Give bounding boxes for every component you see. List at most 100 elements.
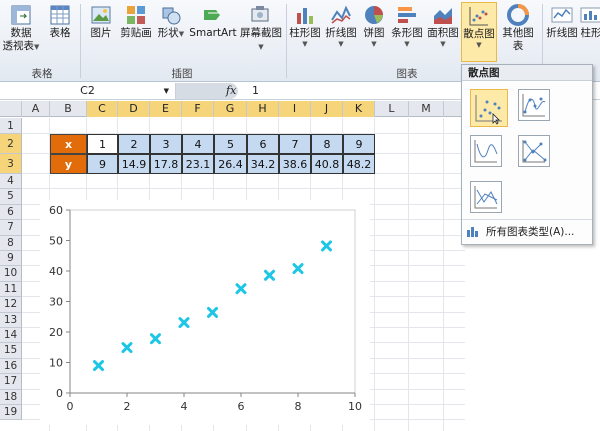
- sparkline-line-button[interactable]: 折线图: [545, 2, 579, 40]
- scatter-smooth-markers-option[interactable]: [518, 89, 550, 121]
- row-header-5[interactable]: 5: [0, 189, 22, 205]
- area-chart-label: 面积图: [427, 27, 459, 39]
- column-header-f[interactable]: F: [182, 101, 214, 117]
- chevron-down-icon: ▼: [338, 40, 344, 48]
- formula-input[interactable]: 1: [252, 83, 259, 99]
- row-header-17[interactable]: 17: [0, 374, 22, 390]
- row-header-12[interactable]: 12: [0, 297, 22, 313]
- column-chart-label: 柱形图: [289, 27, 321, 39]
- smartart-label: SmartArt: [189, 27, 237, 39]
- x-value-cell[interactable]: 5: [214, 134, 247, 154]
- y-header-cell[interactable]: y: [50, 154, 87, 174]
- sparkline-column-button[interactable]: 柱形: [580, 2, 600, 40]
- row-header-3[interactable]: 3: [0, 154, 22, 174]
- clip-art-button[interactable]: 剪贴画: [118, 2, 154, 40]
- scatter-chart[interactable]: 0 2 4 6 8 10 0 10 20 30 40 50 60: [40, 200, 370, 425]
- screenshot-button[interactable]: 屏幕截图 ▼: [238, 2, 284, 53]
- x-value-cell[interactable]: 3: [150, 134, 182, 154]
- bar-chart-button[interactable]: 条形图 ▼: [390, 2, 424, 48]
- pie-chart-icon: [365, 6, 383, 24]
- y-value-cell[interactable]: 14.9: [118, 154, 150, 174]
- insert-function-icon[interactable]: fx: [226, 83, 236, 99]
- scatter-straight-markers-option[interactable]: [518, 135, 550, 167]
- scatter-markers-only-option[interactable]: [470, 89, 508, 127]
- column-header-e[interactable]: E: [150, 101, 182, 117]
- table-icon: [50, 5, 70, 25]
- select-all-corner[interactable]: [0, 101, 22, 117]
- column-header-k[interactable]: K: [343, 101, 375, 117]
- gridline-col: [408, 118, 409, 431]
- x-value-cell[interactable]: 7: [279, 134, 311, 154]
- x-header-cell[interactable]: x: [50, 134, 87, 154]
- x-value-cell[interactable]: 6: [247, 134, 279, 154]
- y-value-cell[interactable]: 9: [87, 154, 118, 174]
- other-charts-button[interactable]: 其他图表: [498, 2, 538, 53]
- chevron-down-icon: ▼: [404, 40, 410, 48]
- group-label-charts: 图表: [396, 68, 418, 80]
- scatter-chart-icon: [469, 7, 488, 26]
- name-box[interactable]: C2 ▼: [0, 83, 176, 99]
- y-value-cell[interactable]: 17.8: [150, 154, 182, 174]
- y-value-cell[interactable]: 38.6: [279, 154, 311, 174]
- group-label-illustrations: 插图: [171, 68, 193, 80]
- row-header-15[interactable]: 15: [0, 343, 22, 359]
- column-header-h[interactable]: H: [247, 101, 279, 117]
- pivot-table-button[interactable]: 数据 透视表▼: [2, 2, 40, 53]
- x-value-cell[interactable]: 4: [182, 134, 214, 154]
- column-header-d[interactable]: D: [118, 101, 150, 117]
- column-header-j[interactable]: J: [311, 101, 343, 117]
- row-header-8[interactable]: 8: [0, 235, 22, 251]
- row-header-10[interactable]: 10: [0, 266, 22, 282]
- table-button[interactable]: 表格: [44, 2, 76, 40]
- all-chart-types-item[interactable]: 所有图表类型(A)...: [466, 225, 574, 239]
- shapes-button[interactable]: 形状▼: [156, 2, 186, 40]
- chevron-down-icon: ▼: [302, 40, 308, 48]
- row-header-13[interactable]: 13: [0, 312, 22, 328]
- row-header-2[interactable]: 2: [0, 134, 22, 154]
- chevron-down-icon[interactable]: ▼: [164, 83, 169, 99]
- chevron-down-icon: ▼: [371, 40, 377, 48]
- row-header-19[interactable]: 19: [0, 405, 22, 421]
- y-value-cell[interactable]: 23.1: [182, 154, 214, 174]
- line-chart-button[interactable]: 折线图 ▼: [324, 2, 358, 48]
- scatter-smooth-lines-option[interactable]: [470, 135, 502, 167]
- y-tick-label: 20: [49, 326, 63, 339]
- row-header-6[interactable]: 6: [0, 204, 22, 221]
- pie-chart-button[interactable]: 饼图 ▼: [360, 2, 388, 48]
- column-header-l[interactable]: L: [375, 101, 409, 117]
- scatter-chart-label: 散点图: [463, 28, 495, 40]
- row-header-9[interactable]: 9: [0, 251, 22, 267]
- column-header-m[interactable]: M: [409, 101, 444, 117]
- scatter-straight-lines-option[interactable]: [470, 181, 502, 213]
- row-header-14[interactable]: 14: [0, 328, 22, 344]
- y-value-cell[interactable]: 40.8: [311, 154, 343, 174]
- column-header-bar: ABCDEFGHIJKLM: [0, 101, 465, 117]
- y-value-cell[interactable]: 34.2: [247, 154, 279, 174]
- y-value-cell[interactable]: 26.4: [214, 154, 247, 174]
- scatter-chart-button[interactable]: 散点图 ▼: [461, 2, 497, 62]
- group-separator: [80, 4, 81, 78]
- column-header-c[interactable]: C: [87, 101, 118, 117]
- column-header-i[interactable]: I: [279, 101, 311, 117]
- y-value-cell[interactable]: 48.2: [343, 154, 375, 174]
- x-value-cell[interactable]: 8: [311, 134, 343, 154]
- column-header-b[interactable]: B: [50, 101, 87, 117]
- row-header-18[interactable]: 18: [0, 389, 22, 405]
- area-chart-button[interactable]: 面积图 ▼: [426, 2, 460, 48]
- screenshot-icon: [251, 6, 269, 22]
- column-header-a[interactable]: A: [22, 101, 50, 117]
- x-value-cell[interactable]: 2: [118, 134, 150, 154]
- row-header-1[interactable]: 1: [0, 118, 22, 134]
- column-chart-button[interactable]: 柱形图 ▼: [288, 2, 322, 48]
- picture-button[interactable]: 图片: [86, 2, 116, 40]
- row-header-7[interactable]: 7: [0, 220, 22, 236]
- x-value-cell[interactable]: 9: [343, 134, 375, 154]
- row-header-11[interactable]: 11: [0, 281, 22, 298]
- column-header-g[interactable]: G: [214, 101, 247, 117]
- pivot-table-icon: [11, 5, 31, 25]
- y-tick-label: 30: [49, 296, 63, 309]
- row-header-4[interactable]: 4: [0, 174, 22, 190]
- row-header-16[interactable]: 16: [0, 358, 22, 375]
- x-value-cell[interactable]: 1: [87, 134, 118, 154]
- smartart-button[interactable]: SmartArt: [189, 2, 237, 40]
